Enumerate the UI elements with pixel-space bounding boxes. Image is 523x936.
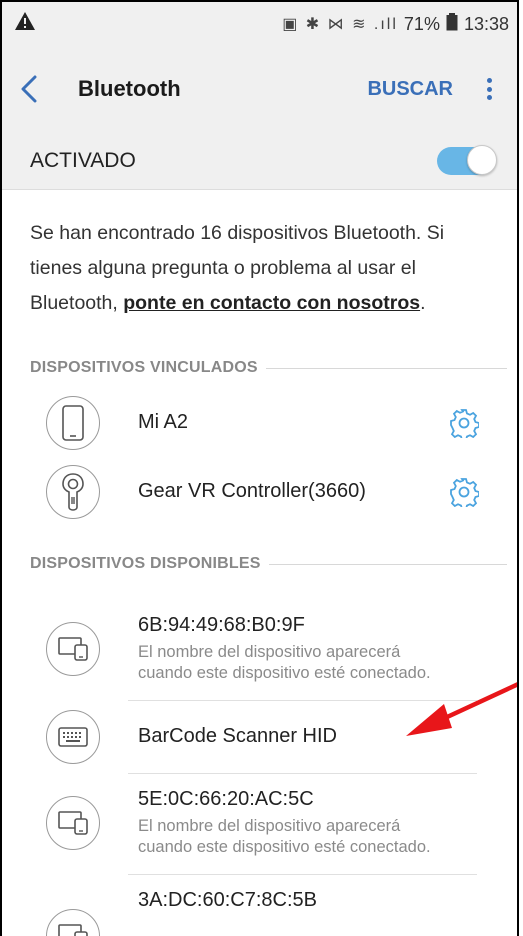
more-options-icon[interactable] — [479, 74, 499, 104]
device-name: 3A:DC:60:C7:8C:5B — [138, 889, 317, 911]
battery-percent: 71% — [403, 13, 440, 34]
device-name: BarCode Scanner HID — [138, 725, 337, 747]
available-device-row[interactable]: 3A:DC:60:C7:8C:5B — [2, 875, 517, 936]
paired-device-row[interactable]: Gear VR Controller(3660) — [2, 460, 517, 524]
device-sub-line-1: El nombre del dispositivo aparecerá — [138, 817, 401, 835]
section-divider — [268, 563, 507, 565]
phone-icon — [46, 396, 100, 450]
info-end: . — [420, 292, 426, 314]
bluetooth-toggle-row[interactable]: ACTIVADO — [2, 132, 517, 190]
screen: ▣ ✱ ⋈ ≋ .ıll 71% 13:38 Bluetooth BUSCAR … — [0, 0, 519, 936]
paired-device-row[interactable]: Mi A2 — [2, 391, 517, 455]
red-arrow-annotation — [406, 682, 517, 736]
available-header-label: DISPOSITIVOS DISPONIBLES — [30, 555, 261, 572]
paired-header-label: DISPOSITIVOS VINCULADOS — [30, 359, 258, 376]
device-sub-line-2: cuando este dispositivo esté conectado. — [138, 838, 431, 856]
switch-knob — [467, 144, 497, 175]
device-name: Gear VR Controller(3660) — [138, 480, 366, 502]
available-section-header: DISPOSITIVOS DISPONIBLES — [30, 553, 507, 575]
info-text: Se han encontrado 16 dispositivos Blueto… — [30, 216, 497, 321]
device-sub-line-1: El nombre del dispositivo aparecerá — [138, 643, 401, 661]
warning-triangle-icon — [14, 11, 36, 37]
device-name: Mi A2 — [138, 411, 189, 433]
gear-icon[interactable] — [449, 477, 479, 507]
clock: 13:38 — [463, 13, 509, 34]
status-bar: ▣ ✱ ⋈ ≋ .ıll 71% 13:38 — [2, 2, 517, 46]
toggle-label: ACTIVADO — [30, 148, 136, 172]
back-button[interactable] — [20, 69, 60, 109]
chevron-left-icon — [21, 75, 37, 103]
device-name: 6B:94:49:68:B0:9F — [138, 614, 305, 636]
contact-link[interactable]: ponte en contacto con nosotros — [123, 292, 420, 314]
app-bar: Bluetooth BUSCAR — [2, 46, 517, 132]
battery-icon — [446, 12, 458, 36]
page-title: Bluetooth — [78, 76, 181, 101]
device-sub-line-2: cuando este dispositivo esté conectado. — [138, 664, 431, 682]
gear-icon[interactable] — [449, 408, 479, 438]
devices-icon — [46, 909, 100, 936]
status-right: ▣ ✱ ⋈ ≋ .ıll 71% 13:38 — [282, 12, 509, 36]
vr-controller-icon — [46, 465, 100, 519]
section-divider — [265, 367, 507, 369]
status-icons: ▣ ✱ ⋈ ≋ .ıll — [282, 16, 398, 33]
available-device-row[interactable]: 5E:0C:66:20:AC:5C El nombre del disposit… — [2, 774, 517, 874]
device-name: 5E:0C:66:20:AC:5C — [138, 788, 314, 810]
devices-icon — [46, 622, 100, 676]
search-button[interactable]: BUSCAR — [367, 78, 453, 101]
paired-section-header: DISPOSITIVOS VINCULADOS — [30, 357, 507, 379]
devices-icon — [46, 796, 100, 850]
keyboard-icon — [46, 710, 100, 764]
bluetooth-switch[interactable] — [437, 144, 497, 175]
